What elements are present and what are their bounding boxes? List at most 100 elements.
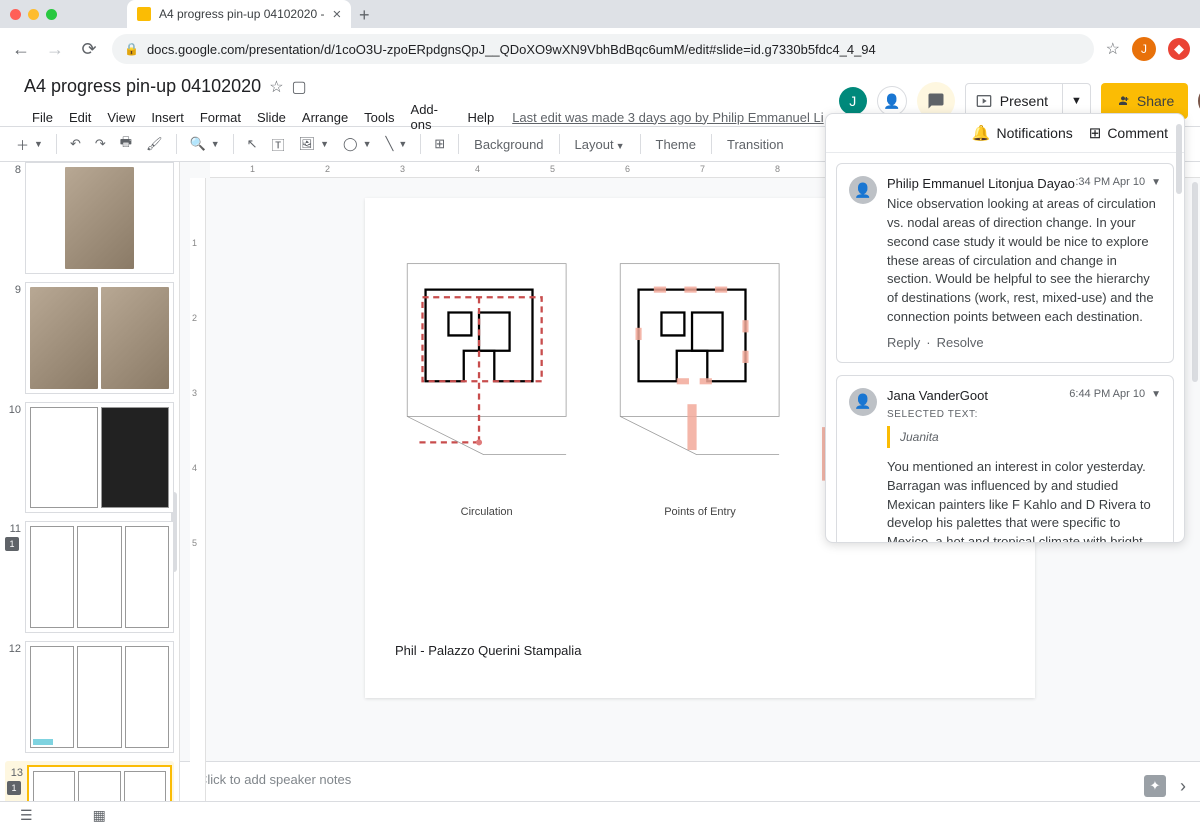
menu-addons[interactable]: Add-ons <box>403 99 460 135</box>
forward-button[interactable]: → <box>44 39 66 60</box>
transition-button[interactable]: Transition <box>719 133 792 156</box>
collaborator-avatar[interactable]: J <box>839 87 867 115</box>
slide-panel[interactable]: 8 9 10 111 12 131 14 <box>0 162 180 801</box>
slide-thumb-12[interactable]: 12 <box>5 641 174 753</box>
reply-button[interactable]: Reply <box>887 335 920 350</box>
comment-time: 6:44 PM Apr 10▼ <box>1069 388 1161 400</box>
notes-placeholder: Click to add speaker notes <box>198 772 351 787</box>
background-button[interactable]: Background <box>466 133 551 156</box>
commenter-avatar: 👤 <box>849 176 877 204</box>
add-comment-icon: ⊞ <box>1089 124 1102 142</box>
bottom-right-controls: ✦ › <box>1144 775 1186 797</box>
plan-label: Circulation <box>461 506 513 518</box>
commenter-name: Jana VanderGoot <box>887 388 988 403</box>
address-bar[interactable]: 🔒 docs.google.com/presentation/d/1coO3U-… <box>112 34 1094 64</box>
plan-circulation: Circulation <box>395 238 578 518</box>
menu-edit[interactable]: Edit <box>61 107 99 128</box>
theme-button[interactable]: Theme <box>648 133 704 156</box>
select-tool[interactable]: ↖ <box>241 132 264 156</box>
comment-list[interactable]: 👤 Philip Emmanuel Litonjua Dayao:34 PM A… <box>826 153 1184 542</box>
doc-title[interactable]: A4 progress pin-up 04102020 <box>24 76 261 97</box>
explore-icon[interactable]: ✦ <box>1144 775 1166 797</box>
comment-badge: 1 <box>5 537 19 551</box>
comments-panel-header: 🔔 Notifications ⊞ Comment <box>826 114 1184 153</box>
undo-button[interactable]: ↶ <box>64 132 87 156</box>
shape-tool[interactable]: ◯▼ <box>337 132 377 156</box>
commenter-name: Philip Emmanuel Litonjua Dayao <box>887 176 1075 191</box>
menu-help[interactable]: Help <box>459 107 502 128</box>
commenter-avatar: 👤 <box>849 388 877 416</box>
minimize-window-icon[interactable] <box>28 9 39 20</box>
menu-insert[interactable]: Insert <box>143 107 192 128</box>
new-slide-button[interactable]: ＋▼ <box>10 131 49 158</box>
back-button[interactable]: ← <box>10 39 32 60</box>
comment-more-icon[interactable]: ▼ <box>1151 177 1161 188</box>
slide-thumb-10[interactable]: 10 <box>5 402 174 514</box>
menu-arrange[interactable]: Arrange <box>294 107 356 128</box>
print-button[interactable]: 🖶 <box>114 129 138 159</box>
lock-icon: 🔒 <box>124 42 139 56</box>
menu-format[interactable]: Format <box>192 107 249 128</box>
close-tab-icon[interactable]: × <box>332 6 341 23</box>
zoom-button[interactable]: 🔍▼ <box>184 132 226 156</box>
slide-thumb-9[interactable]: 9 <box>5 282 174 394</box>
new-tab-button[interactable]: + <box>351 2 377 28</box>
chrome-profile-avatar[interactable]: J <box>1132 37 1156 61</box>
bottom-bar: ☰ ▦ <box>0 801 1200 829</box>
layout-button[interactable]: Layout▼ <box>567 133 633 156</box>
url-text: docs.google.com/presentation/d/1coO3U-zp… <box>147 42 876 57</box>
doc-meta: A4 progress pin-up 04102020 ☆ ▢ File Edi… <box>24 76 839 135</box>
notifications-button[interactable]: 🔔 Notifications <box>972 124 1073 142</box>
slides-favicon-icon <box>137 7 151 21</box>
menu-slide[interactable]: Slide <box>249 107 294 128</box>
comment-card[interactable]: 👤 Philip Emmanuel Litonjua Dayao:34 PM A… <box>836 163 1174 363</box>
menu-tools[interactable]: Tools <box>356 107 402 128</box>
filmstrip-view-icon[interactable]: ☰ <box>20 807 33 824</box>
resolve-button[interactable]: Resolve <box>937 335 984 350</box>
plan-entry: Points of Entry <box>608 238 791 518</box>
close-window-icon[interactable] <box>10 9 21 20</box>
speaker-notes[interactable]: Click to add speaker notes <box>180 761 1200 801</box>
extension-icon[interactable]: ◆ <box>1168 38 1190 60</box>
menu-file[interactable]: File <box>24 107 61 128</box>
slide-caption: Phil - Palazzo Querini Stampalia <box>395 643 581 658</box>
collaborator-anon-avatar[interactable]: 👤 <box>877 86 907 116</box>
image-tool[interactable]: 🖼▼ <box>293 132 335 156</box>
slide-thumb-11[interactable]: 111 <box>5 521 174 633</box>
textbox-tool[interactable]: 🅃 <box>266 131 291 158</box>
menu-bar: File Edit View Insert Format Slide Arran… <box>24 99 839 135</box>
vertical-ruler: 12 34 5 <box>190 178 206 801</box>
share-label: Share <box>1137 93 1174 109</box>
menu-view[interactable]: View <box>99 107 143 128</box>
slide-thumb-8[interactable]: 8 <box>5 162 174 274</box>
comment-card[interactable]: 👤 Jana VanderGoot 6:44 PM Apr 10▼ SELECT… <box>836 375 1174 542</box>
canvas-scrollbar[interactable] <box>1192 182 1198 382</box>
selected-text-quote: Juanita <box>887 426 1161 448</box>
redo-button[interactable]: ↷ <box>89 132 112 156</box>
paint-format-button[interactable]: 🖌 <box>140 132 169 156</box>
browser-tabs: A4 progress pin-up 04102020 - × + <box>67 0 1200 28</box>
last-edit-link[interactable]: Last edit was made 3 days ago by Philip … <box>512 110 839 125</box>
move-doc-icon[interactable]: ▢ <box>292 77 307 97</box>
comments-panel: 🔔 Notifications ⊞ Comment 👤 Philip Emman… <box>825 113 1185 543</box>
add-comment-button[interactable]: ⊞ Comment <box>1089 124 1168 142</box>
maximize-window-icon[interactable] <box>46 9 57 20</box>
bookmark-star-icon[interactable]: ☆ <box>1106 39 1120 59</box>
chevron-right-icon[interactable]: › <box>1180 776 1186 797</box>
panel-scrollbar[interactable] <box>1176 153 1182 194</box>
browser-tab[interactable]: A4 progress pin-up 04102020 - × <box>127 0 351 28</box>
star-doc-icon[interactable]: ☆ <box>269 77 283 97</box>
comment-more-icon[interactable]: ▼ <box>1151 389 1161 400</box>
grid-view-icon[interactable]: ▦ <box>93 807 106 824</box>
window-controls <box>0 0 67 28</box>
bell-icon: 🔔 <box>972 124 991 142</box>
comment-badge: 1 <box>7 781 21 795</box>
slide-thumb-13[interactable]: 131 <box>5 761 174 801</box>
comment-tool[interactable]: ⊞ <box>428 132 451 156</box>
comment-time: :34 PM Apr 10▼ <box>1075 176 1161 188</box>
line-tool[interactable]: ╲▼ <box>380 132 414 156</box>
browser-chrome: A4 progress pin-up 04102020 - × + ← → ⟳ … <box>0 0 1200 70</box>
selected-text-label: SELECTED TEXT: <box>887 409 1161 420</box>
tab-title: A4 progress pin-up 04102020 - <box>159 7 324 21</box>
reload-button[interactable]: ⟳ <box>78 39 100 60</box>
